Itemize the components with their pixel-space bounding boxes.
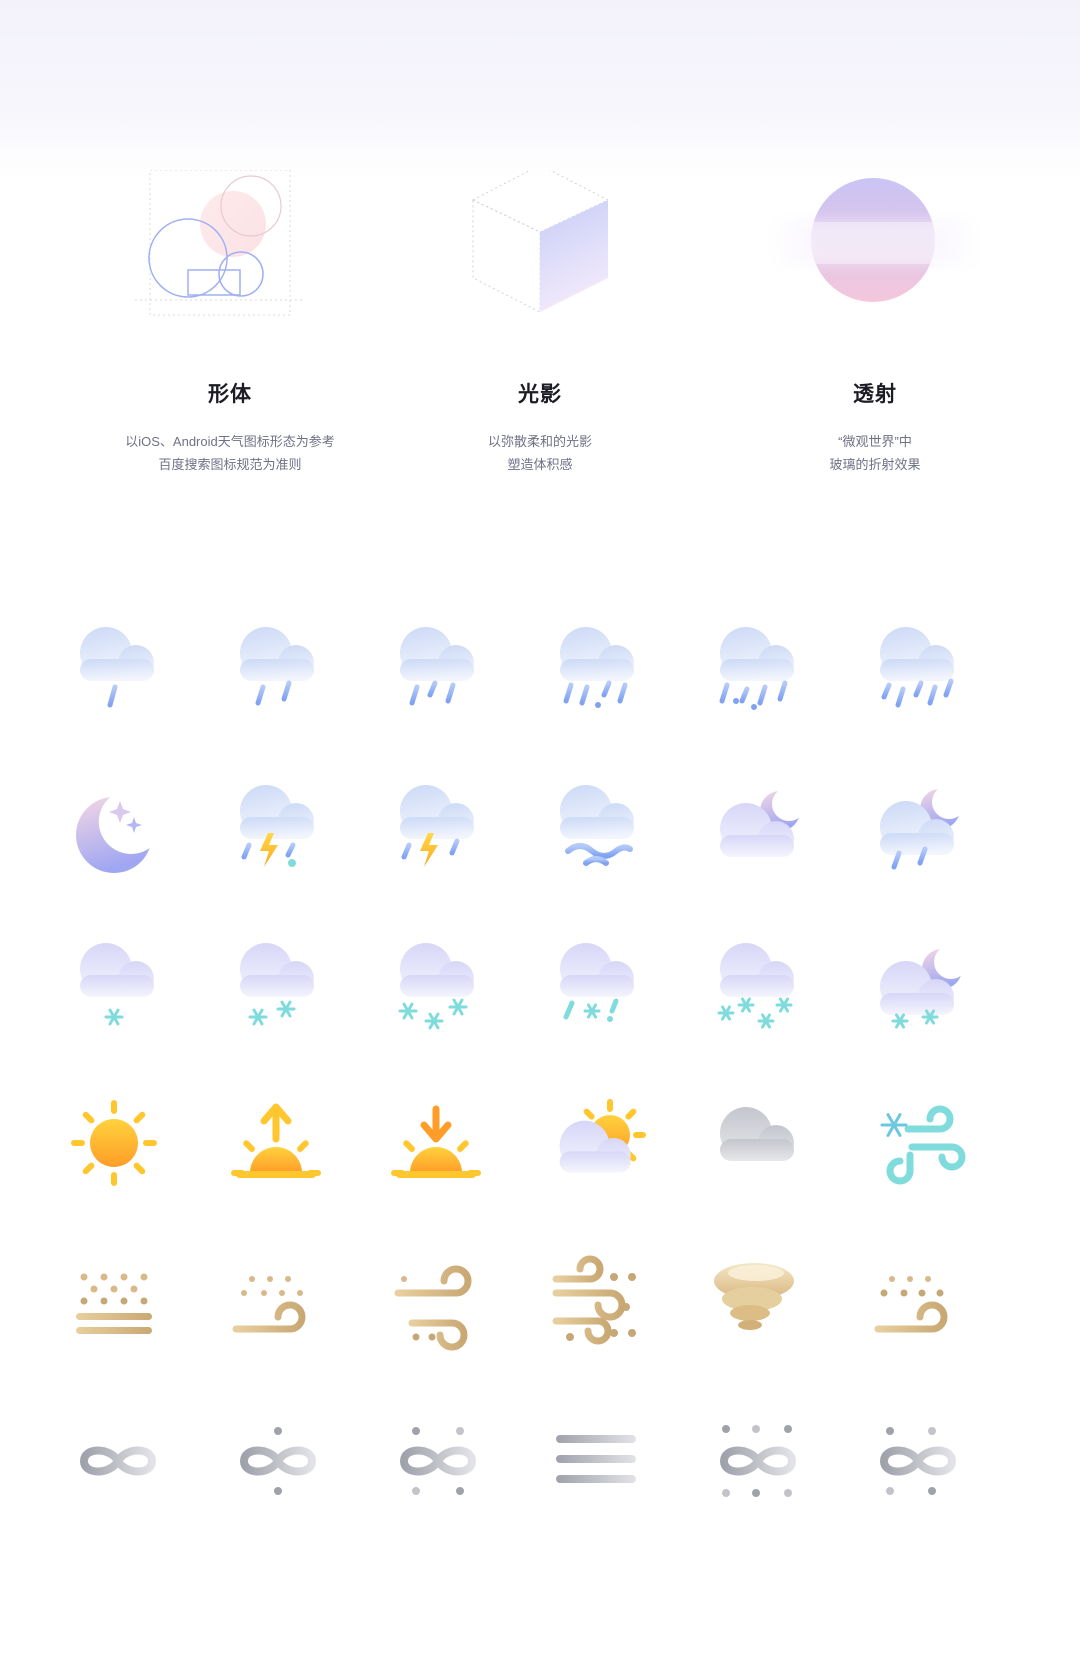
glass-refraction-illustration xyxy=(770,178,980,302)
tornado-icon xyxy=(710,1257,806,1353)
thunderstorm-hail-icon xyxy=(230,783,326,879)
night-snow-icon xyxy=(870,941,968,1037)
principle-transmission: 透射 “微观世界”中 玻璃的折射效果 xyxy=(725,170,1025,476)
moon-stars-icon xyxy=(70,783,166,879)
partly-cloudy-icon xyxy=(550,1099,646,1195)
dust-wind-icon xyxy=(870,1257,966,1353)
cloud-heavy-rain-icon xyxy=(390,625,486,721)
blowing-snow-icon xyxy=(870,1099,966,1195)
principle-description: 以iOS、Android天气图标形态为参考 百度搜索图标规范为准则 xyxy=(125,434,335,472)
mist-icon xyxy=(550,1415,646,1511)
cloud-wind-icon xyxy=(550,783,646,879)
cloud-blizzard-icon xyxy=(710,941,806,1037)
thunderstorm-icon xyxy=(390,783,486,879)
principle-light-shadow: 光影 以弥散柔和的光影 塑造体积感 xyxy=(390,170,690,476)
principle-title: 光影 xyxy=(518,383,562,406)
cloud-moderate-snow-icon xyxy=(230,941,326,1037)
principle-form: 形体 以iOS、Android天气图标形态为参考 百度搜索图标规范为准则 xyxy=(80,170,380,476)
blowing-sand-icon xyxy=(230,1257,326,1353)
cube-illustration xyxy=(471,170,610,313)
haze-icon xyxy=(230,1415,326,1511)
cloudy-night-icon xyxy=(710,783,806,879)
sunrise-icon xyxy=(230,1099,326,1195)
principle-title: 透射 xyxy=(853,383,897,406)
cloud-light-snow-icon xyxy=(70,941,166,1037)
heavy-haze-icon xyxy=(710,1415,806,1511)
severe-sandstorm-icon xyxy=(550,1255,646,1353)
night-shower-icon xyxy=(870,783,966,879)
cloud-light-rain-icon xyxy=(70,625,166,721)
sun-icon xyxy=(70,1099,166,1195)
severe-haze-icon xyxy=(870,1415,966,1511)
cloud-moderate-rain-icon xyxy=(230,625,326,721)
sunset-icon xyxy=(390,1099,486,1195)
cloud-extreme-rainstorm-icon xyxy=(870,625,966,721)
fog-icon xyxy=(70,1415,166,1511)
moderate-haze-icon xyxy=(390,1415,486,1511)
sandstorm-icon xyxy=(390,1257,486,1353)
cloud-rainstorm-icon xyxy=(550,625,646,721)
weather-icon-grid xyxy=(70,627,1030,1615)
form-construction-illustration xyxy=(135,170,305,316)
cloud-heavy-snow-icon xyxy=(390,941,486,1037)
cloud-sleet-icon xyxy=(550,941,646,1037)
header-gradient xyxy=(0,0,1080,180)
overcast-icon xyxy=(710,1099,806,1195)
principle-title: 形体 xyxy=(208,383,252,406)
cloud-heavy-rainstorm-icon xyxy=(710,625,806,721)
floating-dust-icon xyxy=(70,1257,166,1353)
principle-description: “微观世界”中 玻璃的折射效果 xyxy=(829,434,921,472)
principle-description: 以弥散柔和的光影 塑造体积感 xyxy=(487,434,592,472)
